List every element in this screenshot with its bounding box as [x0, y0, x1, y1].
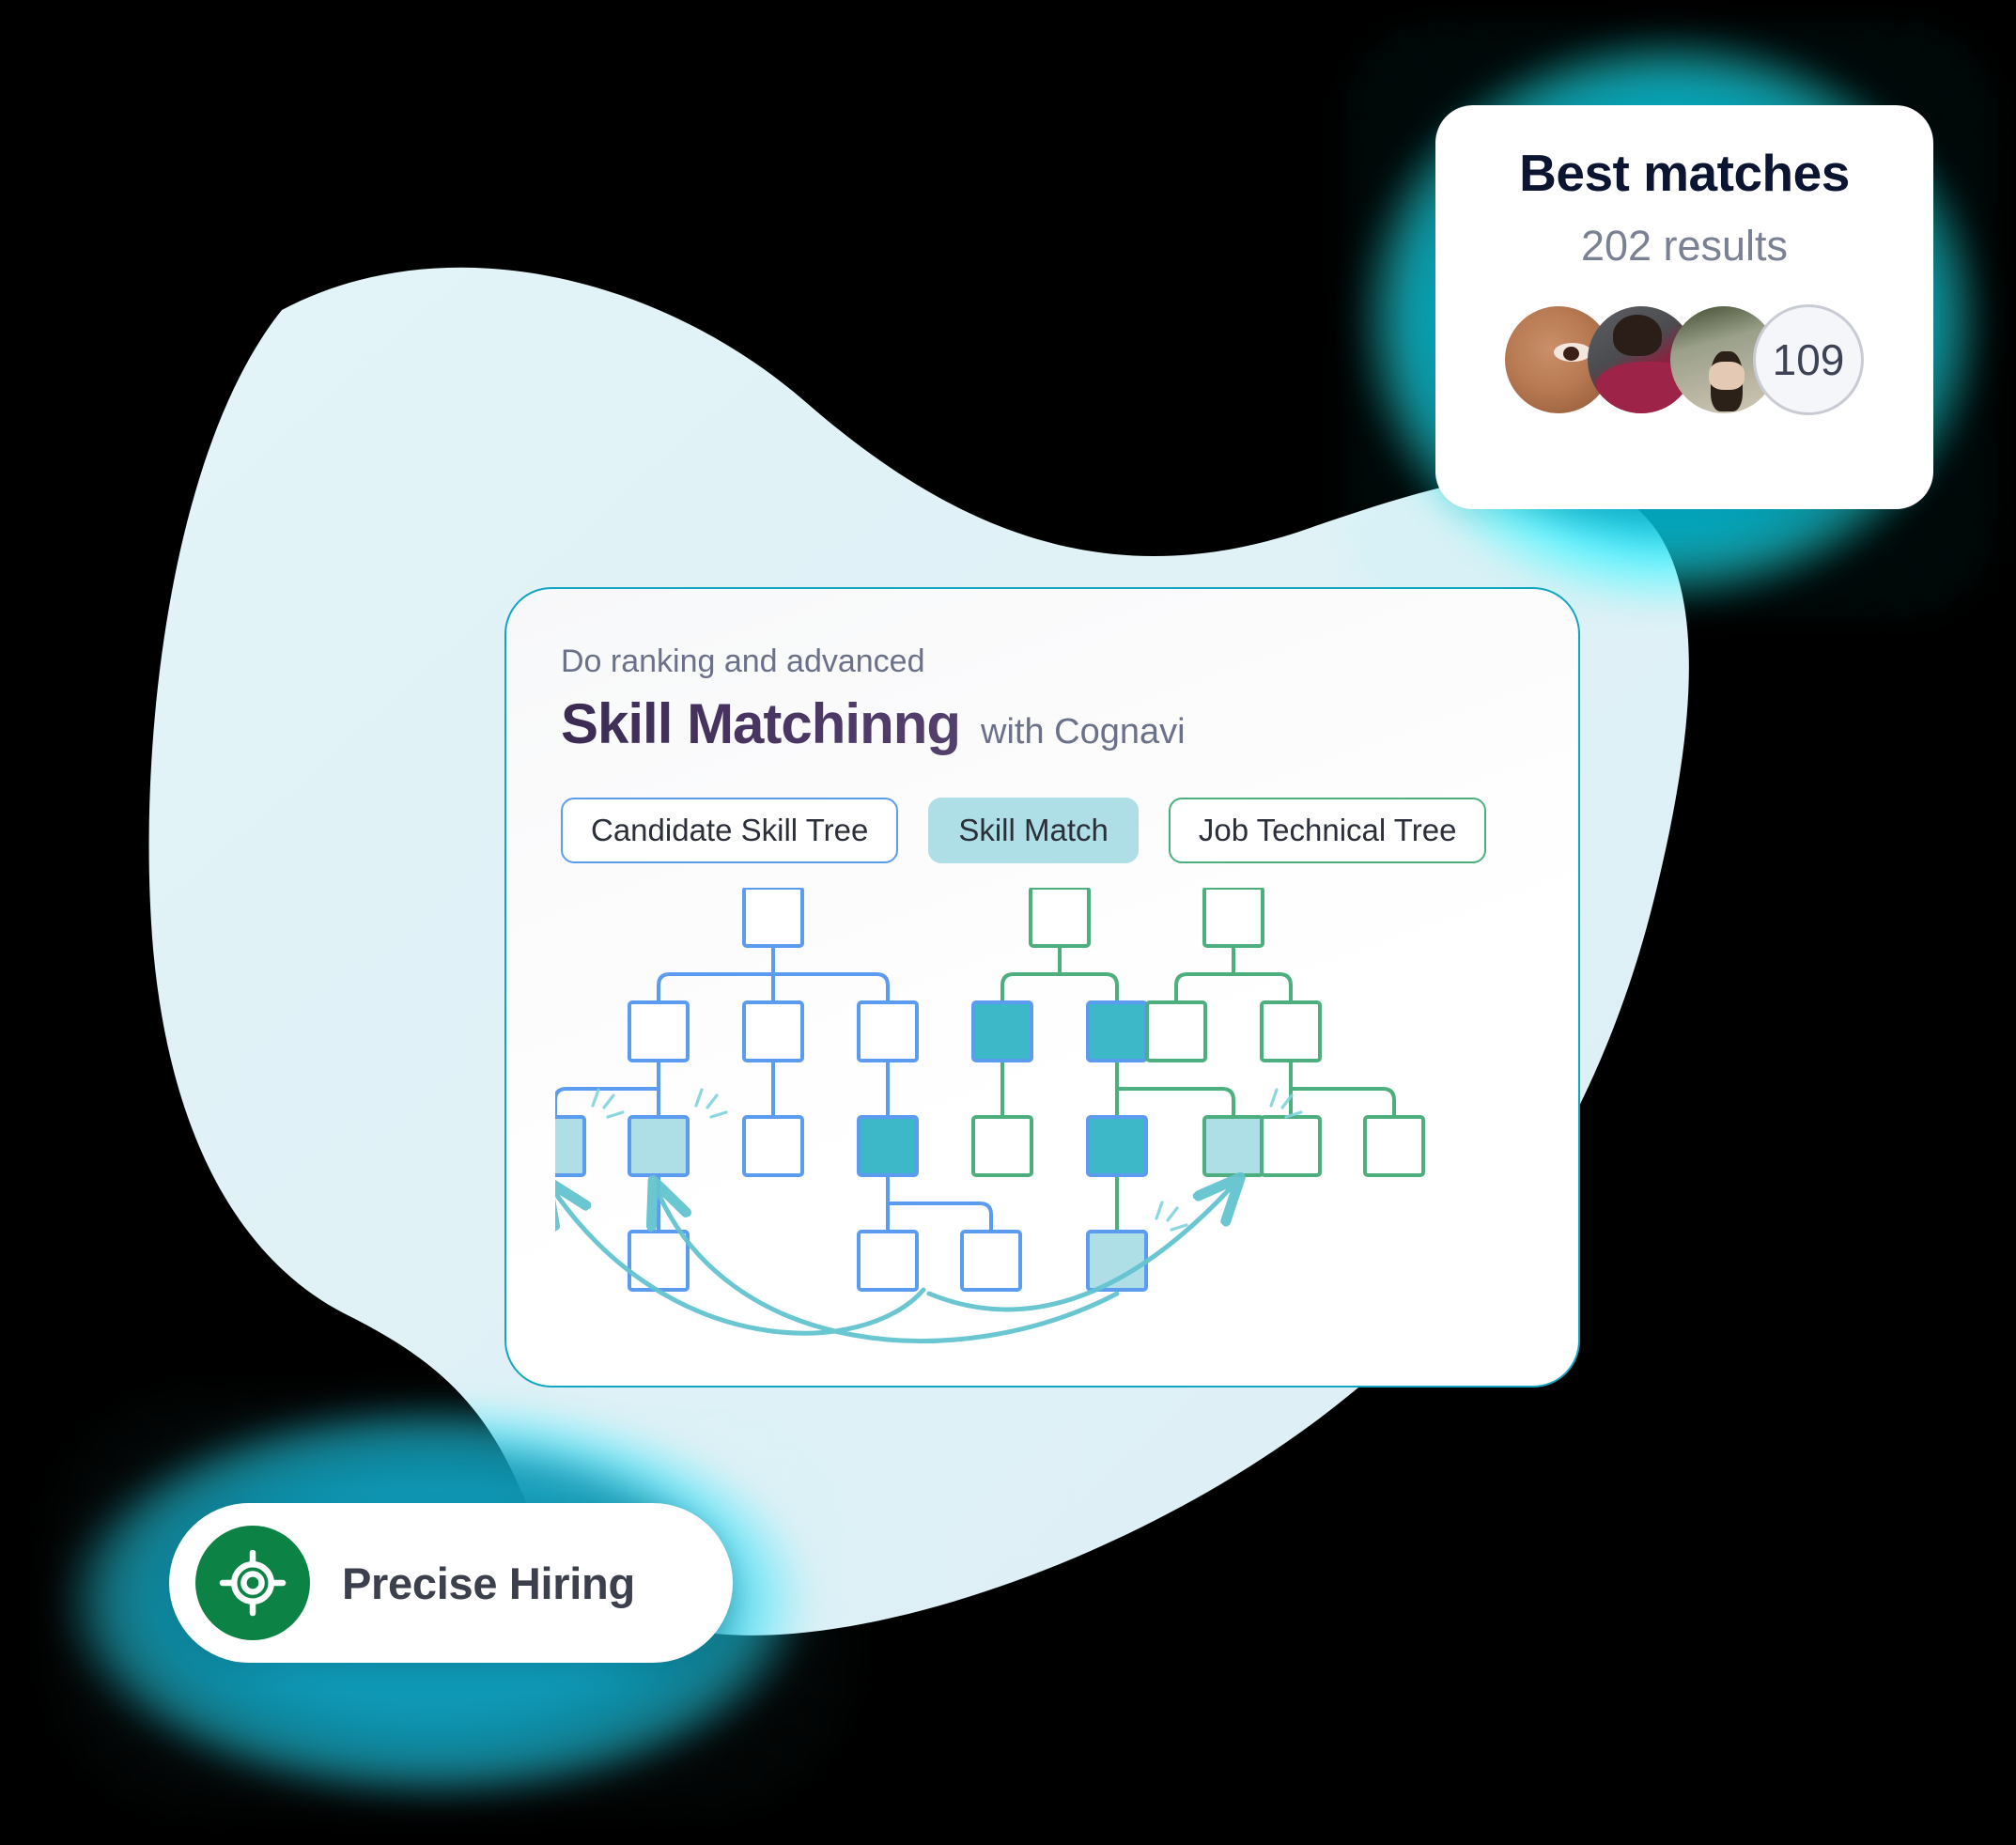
card-eyebrow: Do ranking and advanced	[561, 643, 925, 679]
tab-bar: Candidate Skill Tree Skill Match Job Tec…	[561, 798, 1578, 863]
best-matches-title: Best matches	[1519, 144, 1850, 202]
avatar-group: 109	[1505, 303, 1864, 415]
tab-skill-match[interactable]: Skill Match	[928, 798, 1139, 863]
target-crosshair-icon	[195, 1526, 310, 1640]
page-title-suffix: with Cognavi	[981, 712, 1186, 752]
tab-candidate-skill-tree[interactable]: Candidate Skill Tree	[561, 798, 899, 863]
tab-label: Skill Match	[958, 813, 1109, 847]
tab-label: Job Technical Tree	[1198, 813, 1457, 847]
best-matches-results-count: 202 results	[1580, 221, 1789, 270]
page-title: Skill Matchinng	[561, 692, 961, 755]
precise-hiring-badge[interactable]: Precise Hiring	[169, 1503, 733, 1663]
precise-hiring-label: Precise Hiring	[342, 1558, 635, 1608]
card-headline-row: Skill Matchinng with Cognavi	[561, 691, 1578, 756]
tab-job-technical-tree[interactable]: Job Technical Tree	[1168, 798, 1487, 863]
skill-tree-diagram	[555, 888, 1578, 1357]
skill-matching-card: Do ranking and advanced Skill Matchinng …	[504, 587, 1580, 1388]
tab-label: Candidate Skill Tree	[591, 813, 869, 847]
avatar-overflow-count[interactable]: 109	[1753, 303, 1864, 415]
page-root: Best matches 202 results 109 Do ranking …	[0, 0, 2016, 1845]
best-matches-card[interactable]: Best matches 202 results 109	[1435, 105, 1933, 509]
